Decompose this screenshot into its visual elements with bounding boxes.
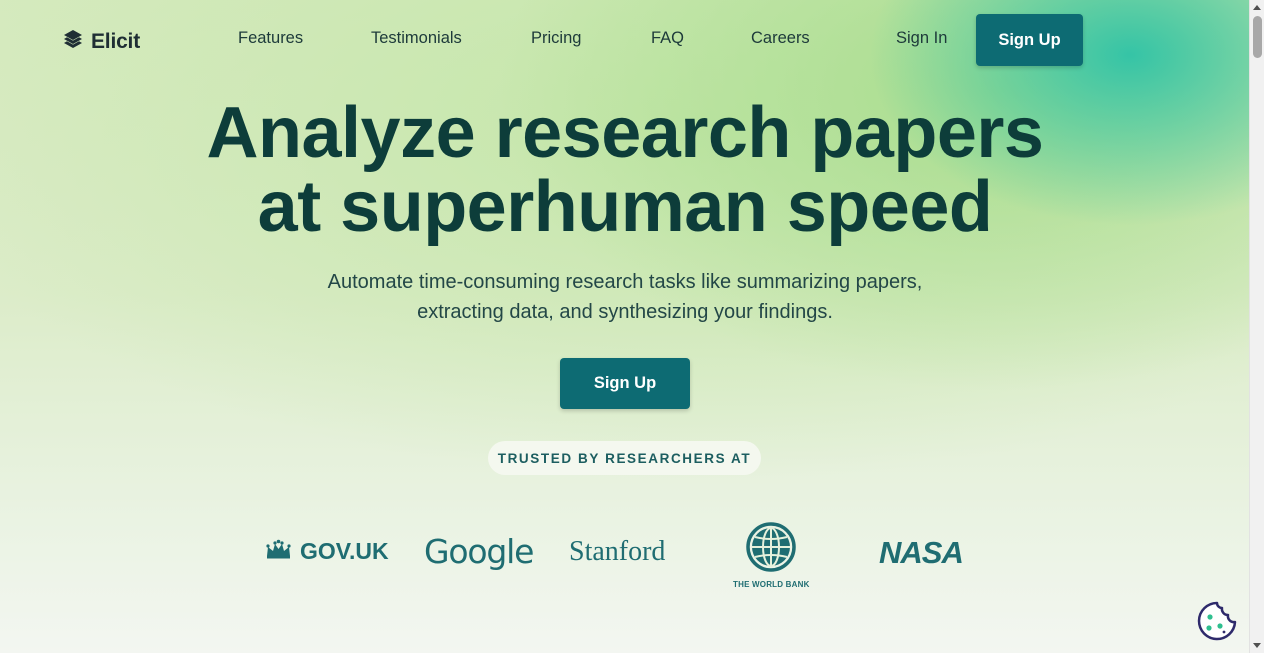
hero-title: Analyze research papers at superhuman sp… — [0, 96, 1250, 244]
cookie-settings-button[interactable] — [1196, 600, 1238, 642]
nasa-logo-text: NASA — [879, 535, 964, 570]
crown-icon — [265, 538, 292, 565]
nav-link-features[interactable]: Features — [238, 29, 303, 48]
govuk-logo-text: GOV.UK — [300, 538, 389, 564]
trusted-by-label: TRUSTED BY RESEARCHERS AT — [497, 450, 752, 466]
sign-in-link[interactable]: Sign In — [896, 29, 947, 48]
sign-up-button-nav[interactable]: Sign Up — [976, 14, 1083, 66]
hero-subtitle-line-1: Automate time-consuming research tasks l… — [327, 271, 923, 293]
scroll-up-icon[interactable] — [1253, 5, 1261, 10]
hero-subtitle: Automate time-consuming research tasks l… — [0, 267, 1250, 327]
brand-name: Elicit — [91, 29, 140, 53]
world-bank-logo: THE WORLD BANK — [733, 522, 810, 589]
google-logo-text: Google — [424, 532, 534, 571]
stanford-logo-text: Stanford — [569, 536, 666, 567]
stanford-logo: Stanford — [569, 536, 665, 568]
elicit-logo-icon — [62, 28, 84, 55]
page-scrollbar[interactable] — [1249, 0, 1264, 653]
cookie-icon — [1196, 601, 1238, 646]
trusted-by-badge: TRUSTED BY RESEARCHERS AT — [488, 441, 761, 475]
hero-title-line-2: at superhuman speed — [257, 167, 993, 247]
nav-link-careers[interactable]: Careers — [751, 29, 810, 48]
scroll-down-icon[interactable] — [1253, 643, 1261, 648]
sign-up-button-hero[interactable]: Sign Up — [560, 358, 690, 409]
hero-title-line-1: Analyze research papers — [206, 93, 1044, 173]
brand-logo[interactable]: Elicit — [62, 28, 140, 55]
world-bank-logo-text: THE WORLD BANK — [733, 580, 810, 589]
globe-icon — [746, 522, 797, 577]
google-logo: Google — [424, 532, 534, 571]
scrollbar-thumb[interactable] — [1253, 16, 1262, 58]
nav-link-faq[interactable]: FAQ — [651, 29, 684, 48]
nav-link-testimonials[interactable]: Testimonials — [371, 29, 462, 48]
govuk-logo: GOV.UK — [265, 538, 389, 565]
hero-subtitle-line-2: extracting data, and synthesizing your f… — [417, 301, 833, 323]
nasa-logo: NASA — [879, 535, 964, 571]
nav-link-pricing[interactable]: Pricing — [531, 29, 581, 48]
